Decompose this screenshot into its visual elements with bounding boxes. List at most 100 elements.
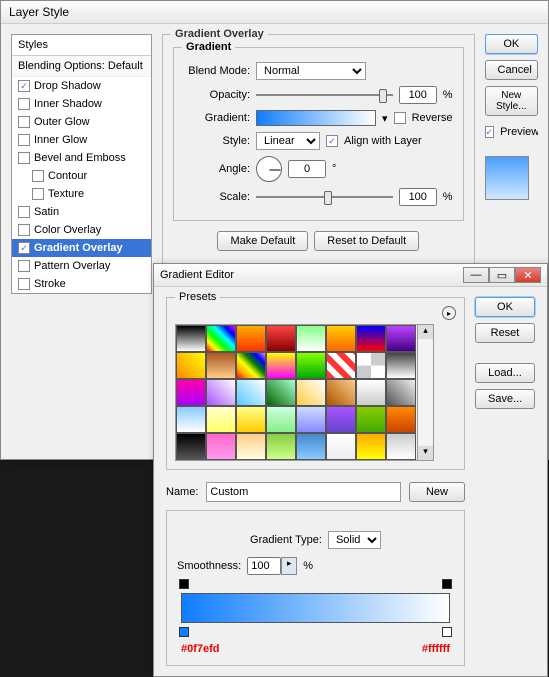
blend-mode-select[interactable]: Normal [256, 62, 366, 80]
align-checkbox[interactable]: ✓ [326, 135, 338, 147]
preset-swatch[interactable] [326, 433, 356, 460]
preset-swatch[interactable] [206, 325, 236, 352]
style-checkbox[interactable] [18, 152, 30, 164]
new-gradient-button[interactable]: New [409, 482, 465, 502]
gradient-type-select[interactable]: Solid [328, 531, 381, 549]
style-item-outer-glow[interactable]: Outer Glow [12, 113, 151, 131]
cancel-button[interactable]: Cancel [485, 60, 538, 80]
maximize-icon[interactable]: ▭ [489, 267, 515, 283]
preset-swatch[interactable] [176, 379, 206, 406]
smoothness-stepper[interactable]: ▸ [281, 557, 297, 575]
preset-swatch[interactable] [236, 325, 266, 352]
gradient-dropdown-icon[interactable]: ▾ [382, 112, 388, 125]
preset-swatch[interactable] [176, 406, 206, 433]
styles-header[interactable]: Styles [12, 35, 151, 56]
new-style-button[interactable]: New Style... [485, 86, 538, 116]
opacity-slider[interactable] [256, 87, 393, 103]
preset-swatch[interactable] [356, 406, 386, 433]
preset-swatch[interactable] [296, 406, 326, 433]
blending-options-header[interactable]: Blending Options: Default [12, 56, 151, 77]
angle-dial[interactable] [256, 156, 282, 182]
preset-swatch[interactable] [296, 352, 326, 379]
style-checkbox[interactable] [18, 278, 30, 290]
style-checkbox[interactable] [18, 224, 30, 236]
preset-scrollbar[interactable]: ▴ ▾ [418, 324, 434, 461]
style-item-drop-shadow[interactable]: ✓Drop Shadow [12, 77, 151, 95]
ge-load-button[interactable]: Load... [475, 363, 535, 383]
style-item-texture[interactable]: Texture [12, 185, 151, 203]
preset-swatch[interactable] [176, 352, 206, 379]
style-checkbox[interactable] [18, 116, 30, 128]
preset-swatch[interactable] [356, 325, 386, 352]
style-item-inner-shadow[interactable]: Inner Shadow [12, 95, 151, 113]
presets-menu-icon[interactable]: ▸ [442, 306, 456, 320]
preset-swatch[interactable] [296, 433, 326, 460]
opacity-stop-right[interactable] [442, 579, 452, 589]
style-item-inner-glow[interactable]: Inner Glow [12, 131, 151, 149]
style-item-satin[interactable]: Satin [12, 203, 151, 221]
preset-swatch[interactable] [386, 406, 416, 433]
ge-reset-button[interactable]: Reset [475, 323, 535, 343]
preset-swatch[interactable] [386, 325, 416, 352]
name-input[interactable] [206, 482, 401, 502]
style-item-gradient-overlay[interactable]: ✓Gradient Overlay [12, 239, 151, 257]
preset-swatch[interactable] [326, 379, 356, 406]
preset-swatch[interactable] [296, 379, 326, 406]
style-item-contour[interactable]: Contour [12, 167, 151, 185]
style-checkbox[interactable]: ✓ [18, 80, 30, 92]
preset-swatch[interactable] [326, 352, 356, 379]
opacity-input[interactable] [399, 86, 437, 104]
gradient-bar[interactable] [181, 593, 450, 623]
preset-swatch[interactable] [206, 379, 236, 406]
smoothness-input[interactable] [247, 557, 281, 575]
preset-swatch[interactable] [266, 379, 296, 406]
color-stop-left[interactable] [179, 627, 189, 637]
preset-swatch[interactable] [356, 379, 386, 406]
gradient-picker[interactable] [256, 110, 376, 126]
preset-swatch[interactable] [326, 406, 356, 433]
make-default-button[interactable]: Make Default [217, 231, 308, 251]
reset-default-button[interactable]: Reset to Default [314, 231, 419, 251]
close-icon[interactable]: ✕ [515, 267, 541, 283]
style-item-bevel-and-emboss[interactable]: Bevel and Emboss [12, 149, 151, 167]
preview-checkbox[interactable]: ✓ [485, 126, 495, 138]
style-checkbox[interactable] [32, 170, 44, 182]
preset-swatch[interactable] [236, 406, 266, 433]
preset-swatch[interactable] [206, 352, 236, 379]
preset-swatch[interactable] [356, 352, 386, 379]
style-checkbox[interactable] [18, 134, 30, 146]
preset-swatch[interactable] [236, 433, 266, 460]
preset-swatch[interactable] [266, 325, 296, 352]
preset-swatch[interactable] [206, 406, 236, 433]
preset-swatch[interactable] [386, 433, 416, 460]
reverse-checkbox[interactable] [394, 112, 406, 124]
style-checkbox[interactable]: ✓ [18, 242, 30, 254]
ok-button[interactable]: OK [485, 34, 538, 54]
preset-swatch[interactable] [206, 433, 236, 460]
preset-swatch[interactable] [176, 325, 206, 352]
preset-swatch[interactable] [326, 325, 356, 352]
minimize-icon[interactable]: — [463, 267, 489, 283]
preset-swatch[interactable] [386, 352, 416, 379]
preset-swatch[interactable] [266, 433, 296, 460]
style-item-stroke[interactable]: Stroke [12, 275, 151, 293]
color-stop-right[interactable] [442, 627, 452, 637]
opacity-stop-left[interactable] [179, 579, 189, 589]
preset-swatch[interactable] [296, 325, 326, 352]
scale-input[interactable] [399, 188, 437, 206]
ge-save-button[interactable]: Save... [475, 389, 535, 409]
preset-swatch[interactable] [386, 379, 416, 406]
style-select[interactable]: Linear [256, 132, 320, 150]
scroll-up-icon[interactable]: ▴ [418, 325, 433, 339]
style-checkbox[interactable] [18, 98, 30, 110]
angle-input[interactable] [288, 160, 326, 178]
scale-slider[interactable] [256, 189, 393, 205]
style-checkbox[interactable] [18, 260, 30, 272]
layer-style-titlebar[interactable]: Layer Style [1, 1, 548, 24]
preset-swatch[interactable] [176, 433, 206, 460]
ge-ok-button[interactable]: OK [475, 297, 535, 317]
style-item-pattern-overlay[interactable]: Pattern Overlay [12, 257, 151, 275]
preset-swatch[interactable] [266, 406, 296, 433]
gradient-editor-titlebar[interactable]: Gradient Editor — ▭ ✕ [154, 264, 547, 287]
style-item-color-overlay[interactable]: Color Overlay [12, 221, 151, 239]
